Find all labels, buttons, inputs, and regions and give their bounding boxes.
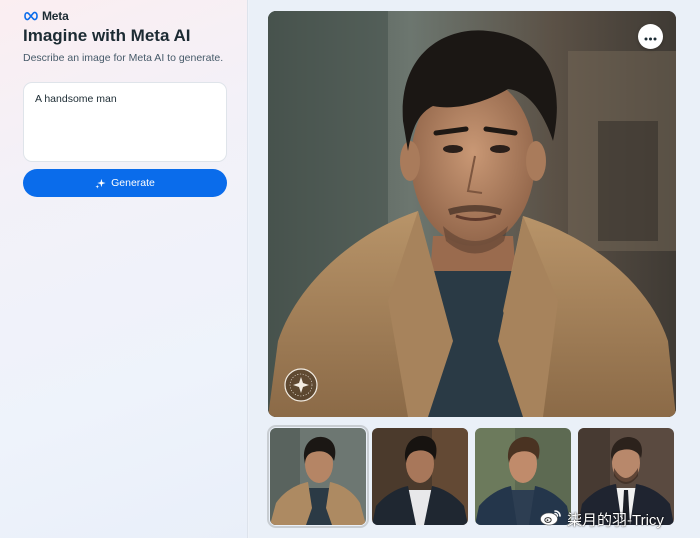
meta-infinity-icon [23, 11, 39, 21]
brand-name: Meta [42, 9, 69, 23]
page-subtitle: Describe an image for Meta AI to generat… [23, 52, 224, 64]
thumbnail-image [372, 428, 468, 525]
thumbnail-image [270, 428, 366, 525]
prompt-input-value: A handsome man [35, 93, 117, 105]
left-panel [0, 0, 248, 538]
portrait-image [268, 11, 676, 417]
meta-brand[interactable]: Meta [23, 9, 69, 23]
more-horizontal-icon [644, 28, 657, 46]
weibo-icon [540, 508, 562, 530]
thumbnail-2[interactable] [372, 428, 468, 525]
sparkle-icon [95, 178, 106, 189]
weibo-watermark: 柒月的羽-Tricy [540, 508, 664, 530]
prompt-input[interactable]: A handsome man [23, 82, 227, 162]
page-title: Imagine with Meta AI [23, 26, 191, 45]
generate-button-label: Generate [111, 177, 155, 189]
weibo-watermark-text: 柒月的羽-Tricy [567, 511, 664, 529]
generate-button[interactable]: Generate [23, 169, 227, 197]
generated-image-main[interactable] [268, 11, 676, 417]
thumbnail-1[interactable] [267, 425, 369, 528]
image-menu-button[interactable] [638, 24, 663, 49]
imagined-with-ai-badge [283, 367, 319, 403]
